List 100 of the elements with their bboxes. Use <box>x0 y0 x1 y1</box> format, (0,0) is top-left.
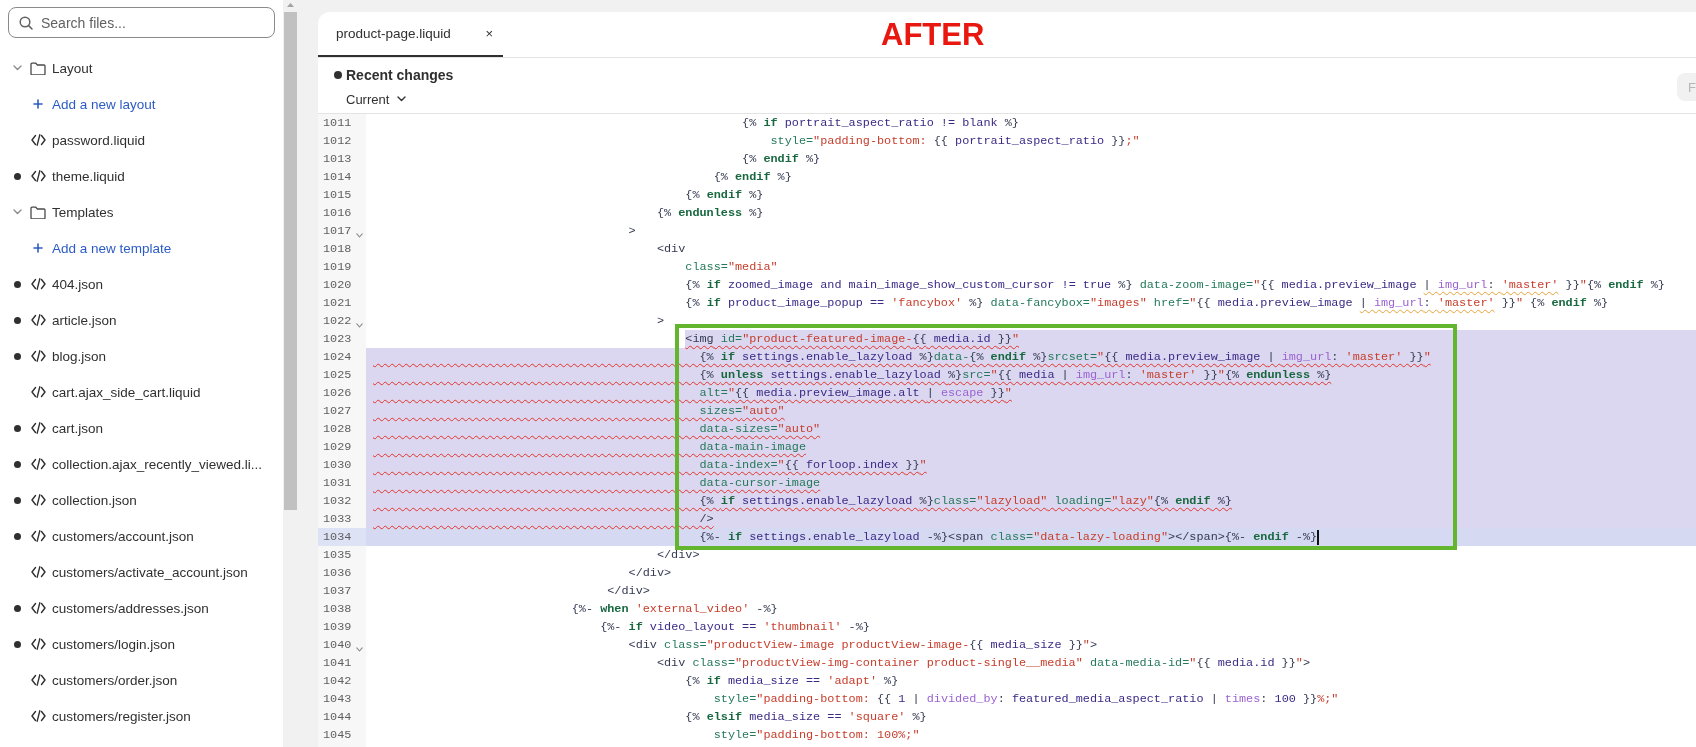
search-field[interactable]: Search files... <box>8 7 275 38</box>
code-line: {%- when 'external_video' -%} <box>571 601 778 618</box>
line-number: 1025 <box>323 367 352 384</box>
code-line: style="padding-bottom: 100%;" <box>713 727 920 744</box>
line-number: 1043 <box>323 691 352 708</box>
code-line: data-sizes="auto" <box>698 421 821 438</box>
text-cursor-icon <box>1317 529 1319 545</box>
code-icon <box>30 278 46 290</box>
code-line: data-cursor-image <box>698 475 821 492</box>
file-name[interactable]: theme.liquid <box>52 168 125 184</box>
plus-icon <box>33 99 43 109</box>
folder-name[interactable]: Layout <box>52 60 93 76</box>
file-name[interactable]: customers/order.json <box>52 672 178 688</box>
annotation-label: AFTER <box>881 19 985 50</box>
file-name[interactable]: customers/login.json <box>52 636 176 652</box>
code-line: alt="{{ media.preview_image.alt | escape }}" <box>698 385 1012 402</box>
file-name[interactable]: cart.ajax_side_cart.liquid <box>52 384 201 400</box>
version-dropdown[interactable]: Current <box>346 89 407 109</box>
file-name[interactable]: blog.json <box>52 348 107 364</box>
line-number: 1019 <box>323 259 352 276</box>
file-name[interactable]: customers/activate_account.json <box>52 564 248 580</box>
fold-chevron-icon[interactable] <box>356 647 363 652</box>
code-icon <box>30 566 46 578</box>
line-number: 1040 <box>323 637 352 654</box>
code-line: style="padding-bottom: {{ portrait_aspect_ratio }};" <box>770 133 1140 150</box>
file-name[interactable]: customers/register.json <box>52 708 191 724</box>
file-name[interactable]: collection.json <box>52 492 137 508</box>
chevron-down-icon[interactable] <box>397 96 407 102</box>
line-number: 1027 <box>323 403 352 420</box>
folder-name[interactable]: Templates <box>52 204 114 220</box>
file-name[interactable]: password.liquid <box>52 132 146 148</box>
line-number: 1022 <box>323 313 352 330</box>
scroll-up-arrow-icon[interactable] <box>287 3 294 7</box>
scrollbar-thumb[interactable] <box>284 12 297 510</box>
line-number: 1012 <box>323 133 352 150</box>
add-link[interactable]: Add a new layout <box>52 96 156 112</box>
add-link[interactable]: Add a new template <box>52 240 172 256</box>
file-name[interactable]: customers/account.json <box>52 528 194 544</box>
code-line: {% if media_size == 'adapt' %} <box>685 673 899 690</box>
code-icon <box>30 458 46 470</box>
line-number: 1038 <box>323 601 352 618</box>
folder-icon <box>30 205 46 219</box>
code-icon <box>30 638 46 650</box>
line-number: 1045 <box>323 727 352 744</box>
code-icon <box>30 134 46 146</box>
code-line: > <box>628 223 636 240</box>
line-number: 1032 <box>323 493 352 510</box>
line-number: 1044 <box>323 709 352 726</box>
code-line: {% if settings.enable_lazyload %}data-{% endif %}srcset="{{ media.preview_image | img_url: 'master' }}" <box>698 349 1431 366</box>
line-number: 1023 <box>323 331 352 348</box>
code-line: {% if product_image_popup == 'fancybox' %} data-fancybox="images" href="{{ media.preview_image | img_url: 'master' }}" {% endif %} <box>685 295 1609 312</box>
line-number: 1015 <box>323 187 352 204</box>
file-tab[interactable]: product-page.liquid × <box>318 12 503 57</box>
code-line: {% elsif media_size == 'square' %} <box>685 709 927 726</box>
search-icon <box>19 15 33 30</box>
plus-icon <box>33 243 43 253</box>
code-line: {% unless settings.enable_lazyload %}src="{{ media | img_url: 'master' }}"{% endunless %} <box>698 367 1332 384</box>
line-number: 1030 <box>323 457 352 474</box>
line-number: 1042 <box>323 673 352 690</box>
code-line: style="padding-bottom: {{ 1 | divided_by: featured_media_aspect_ratio | times: 100 }}%;" <box>713 691 1339 708</box>
line-number: 1028 <box>323 421 352 438</box>
code-line: {% if zoomed_image and main_image_show_custom_cursor != true %} data-zoom-image="{{ media.preview_image | img_url: 'master' }}"{% endif %} <box>685 277 1665 294</box>
file-name[interactable]: cart.json <box>52 420 104 436</box>
line-number: 1017 <box>323 223 352 240</box>
line-number: 1021 <box>323 295 352 312</box>
code-line: {% if portrait_aspect_ratio != blank %} <box>742 115 1019 132</box>
code-line: data-index="{{ forloop.index }}" <box>698 457 927 474</box>
line-number: 1016 <box>323 205 352 222</box>
line-number: 1041 <box>323 655 352 672</box>
code-icon <box>30 494 46 506</box>
line-number: 1014 <box>323 169 352 186</box>
code-line: {%- if video_layout == 'thumbnail' -%} <box>600 619 870 636</box>
line-number: 1039 <box>323 619 352 636</box>
code-icon <box>30 674 46 686</box>
line-number: 1031 <box>323 475 352 492</box>
code-line: <div class="productView-img-container product-single__media" data-media-id="{{ media.id }}"> <box>656 655 1311 672</box>
line-number: 1037 <box>323 583 352 600</box>
file-name[interactable]: customers/addresses.json <box>52 600 209 616</box>
code-icon <box>30 314 46 326</box>
code-icon <box>30 602 46 614</box>
line-number: 1035 <box>323 547 352 564</box>
line-number: 1020 <box>323 277 352 294</box>
tab-close-button[interactable]: × <box>485 26 493 41</box>
code-line: {% endif %} <box>713 169 792 186</box>
code-line: /> <box>698 511 714 528</box>
fold-chevron-icon[interactable] <box>356 233 363 238</box>
code-line: {% endunless %} <box>656 205 764 222</box>
file-name[interactable]: collection.ajax_recently_viewed.li... <box>52 456 263 472</box>
code-line: <div <box>656 241 686 258</box>
line-number: 1024 <box>323 349 352 366</box>
code-line: > <box>656 313 665 330</box>
code-line: sizes="auto" <box>698 403 785 420</box>
changes-title: Recent changes <box>346 67 454 83</box>
fold-chevron-icon[interactable] <box>356 323 363 328</box>
file-name[interactable]: article.json <box>52 312 117 328</box>
line-number: 1036 <box>323 565 352 582</box>
file-name[interactable]: 404.json <box>52 276 104 292</box>
code-line: data-main-image <box>698 439 806 456</box>
code-icon <box>30 530 46 542</box>
code-line: {% endif %} <box>742 151 821 168</box>
